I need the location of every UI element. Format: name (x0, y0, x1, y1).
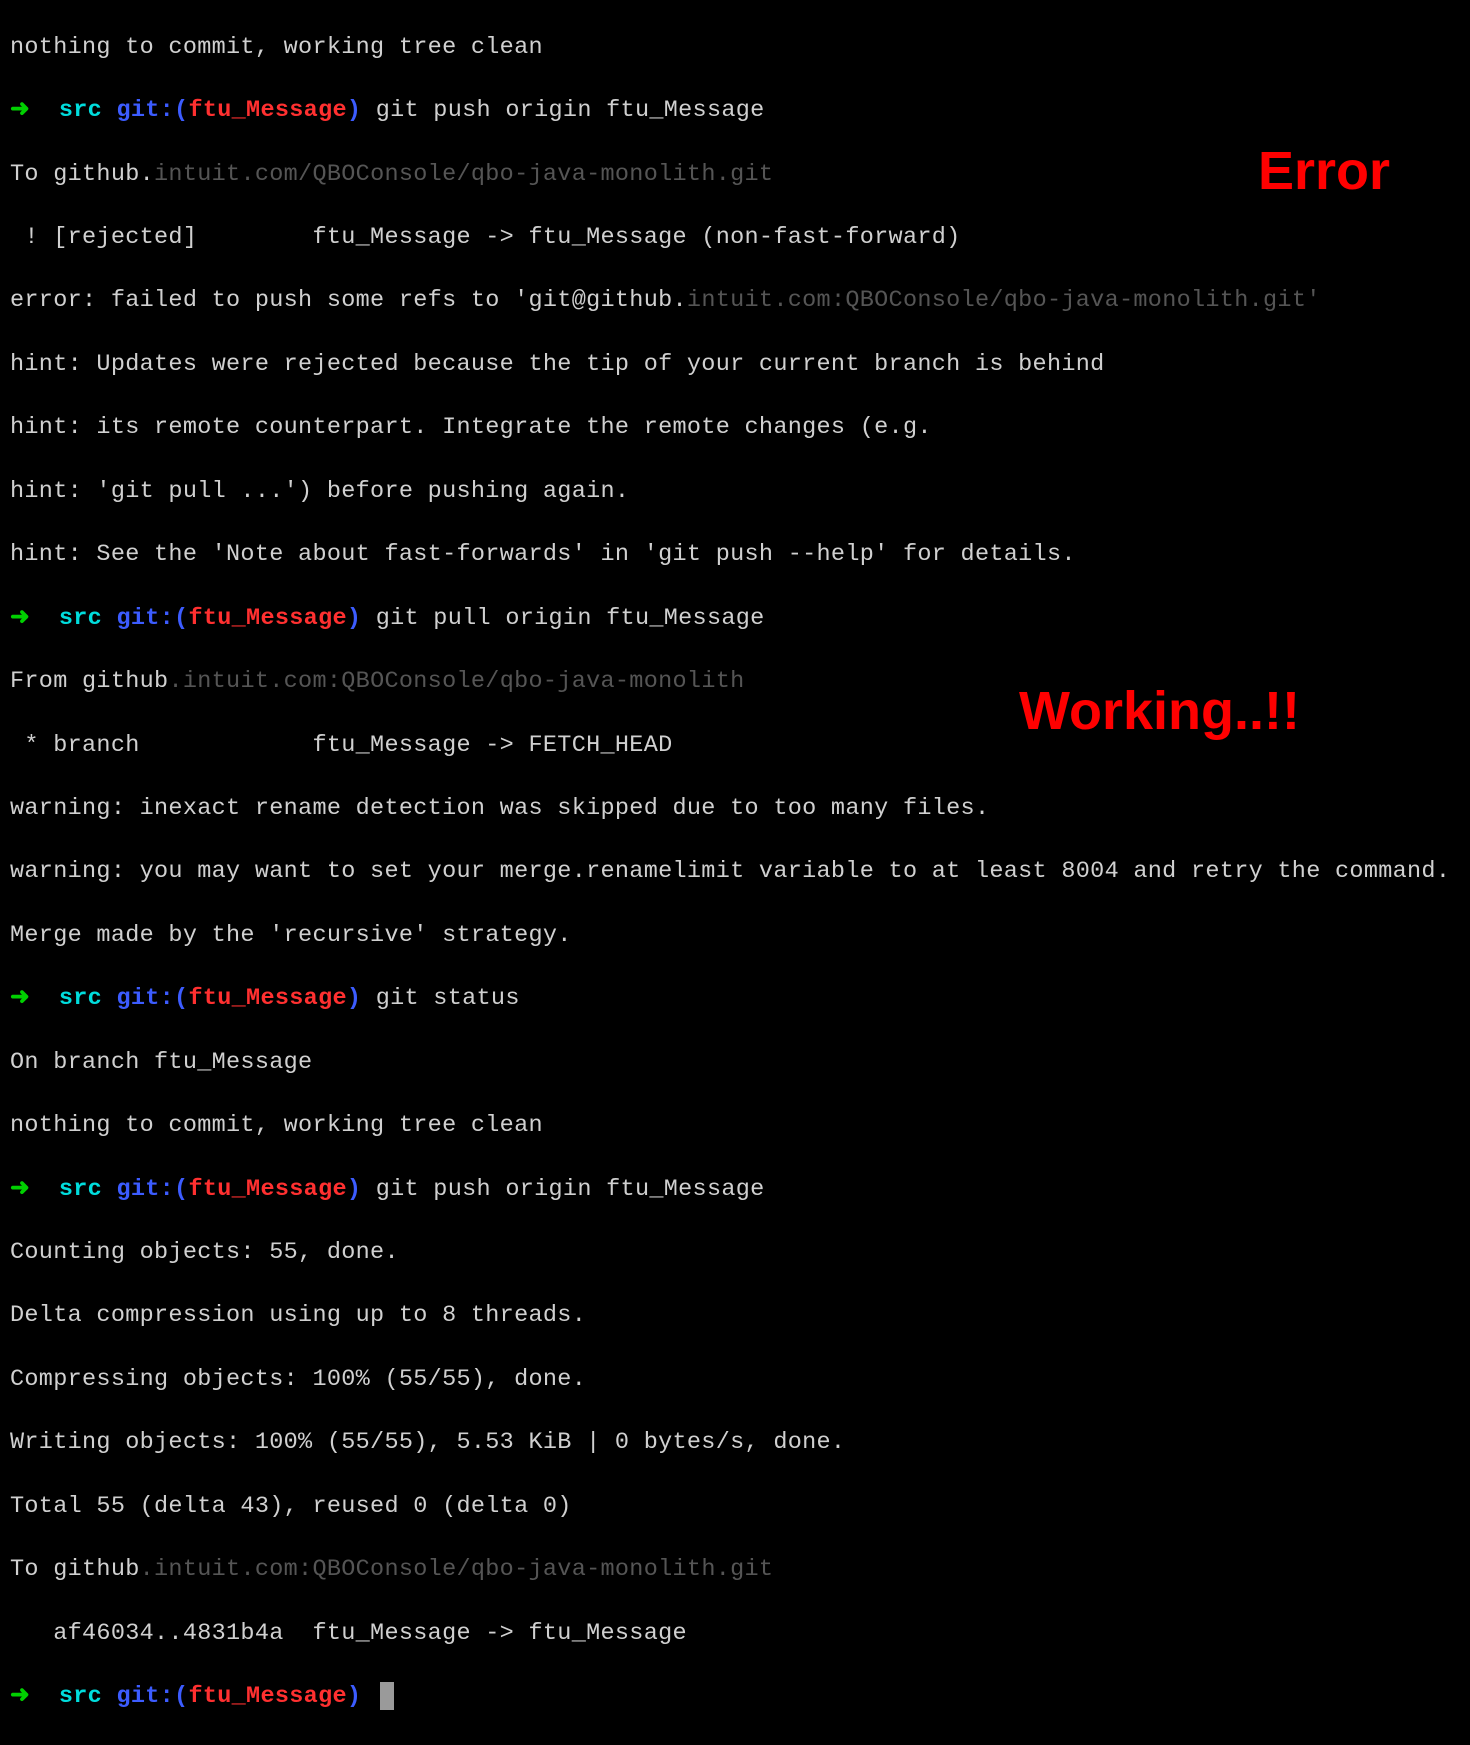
annotation-error: Error (1258, 135, 1390, 208)
output-line: hint: See the 'Note about fast-forwards'… (10, 539, 1460, 571)
output-line: Compressing objects: 100% (55/55), done. (10, 1364, 1460, 1396)
prompt-line: ➜ src git:(ftu_Message) git push origin … (10, 1174, 1460, 1206)
output-line: nothing to commit, working tree clean (10, 32, 1460, 64)
prompt-dir: src (59, 1683, 102, 1710)
output-line: On branch ftu_Message (10, 1047, 1460, 1079)
output-line: Total 55 (delta 43), reused 0 (delta 0) (10, 1491, 1460, 1523)
prompt-git-suffix: ) (347, 605, 361, 632)
prompt-dir: src (59, 985, 102, 1012)
prompt-git-prefix: git:( (116, 1683, 188, 1710)
command-text: git push origin ftu_Message (376, 1176, 765, 1203)
output-line: Merge made by the 'recursive' strategy. (10, 920, 1460, 952)
output-line: af46034..4831b4a ftu_Message -> ftu_Mess… (10, 1618, 1460, 1650)
prompt-line: ➜ src git:(ftu_Message) git push origin … (10, 95, 1460, 127)
prompt-branch: ftu_Message (188, 1176, 346, 1203)
cursor-icon (380, 1682, 394, 1710)
prompt-git-suffix: ) (347, 1176, 361, 1203)
prompt-git-prefix: git:( (116, 97, 188, 124)
output-line: ! [rejected] ftu_Message -> ftu_Message … (10, 222, 1460, 254)
command-text: git pull origin ftu_Message (376, 605, 765, 632)
prompt-line: ➜ src git:(ftu_Message) git status (10, 983, 1460, 1015)
output-line: Counting objects: 55, done. (10, 1237, 1460, 1269)
prompt-arrow-icon: ➜ (10, 1176, 30, 1203)
output-line: warning: you may want to set your merge.… (10, 856, 1460, 888)
output-line: Writing objects: 100% (55/55), 5.53 KiB … (10, 1427, 1460, 1459)
prompt-git-prefix: git:( (116, 605, 188, 632)
annotation-working: Working..!! (1019, 675, 1300, 748)
prompt-branch: ftu_Message (188, 985, 346, 1012)
output-line: hint: Updates were rejected because the … (10, 349, 1460, 381)
output-line: To github.intuit.com:QBOConsole/qbo-java… (10, 1554, 1460, 1586)
prompt-dir: src (59, 605, 102, 632)
prompt-branch: ftu_Message (188, 97, 346, 124)
output-line: error: failed to push some refs to 'git@… (10, 285, 1460, 317)
terminal-output[interactable]: nothing to commit, working tree clean ➜ … (10, 0, 1460, 1745)
output-line: hint: its remote counterpart. Integrate … (10, 412, 1460, 444)
prompt-arrow-icon: ➜ (10, 1683, 30, 1710)
output-line: warning: inexact rename detection was sk… (10, 793, 1460, 825)
prompt-git-suffix: ) (347, 985, 361, 1012)
prompt-git-suffix: ) (347, 97, 361, 124)
output-line: Delta compression using up to 8 threads. (10, 1300, 1460, 1332)
prompt-git-prefix: git:( (116, 1176, 188, 1203)
prompt-branch: ftu_Message (188, 605, 346, 632)
prompt-arrow-icon: ➜ (10, 985, 30, 1012)
prompt-line-active[interactable]: ➜ src git:(ftu_Message) (10, 1681, 1460, 1713)
prompt-dir: src (59, 1176, 102, 1203)
command-text: git push origin ftu_Message (376, 97, 765, 124)
prompt-branch: ftu_Message (188, 1683, 346, 1710)
output-line: To github.intuit.com/QBOConsole/qbo-java… (10, 159, 1460, 191)
prompt-dir: src (59, 97, 102, 124)
output-line: nothing to commit, working tree clean (10, 1110, 1460, 1142)
prompt-line: ➜ src git:(ftu_Message) git pull origin … (10, 603, 1460, 635)
prompt-arrow-icon: ➜ (10, 97, 30, 124)
output-line: hint: 'git pull ...') before pushing aga… (10, 476, 1460, 508)
prompt-arrow-icon: ➜ (10, 605, 30, 632)
prompt-git-suffix: ) (347, 1683, 361, 1710)
command-text: git status (376, 985, 520, 1012)
prompt-git-prefix: git:( (116, 985, 188, 1012)
